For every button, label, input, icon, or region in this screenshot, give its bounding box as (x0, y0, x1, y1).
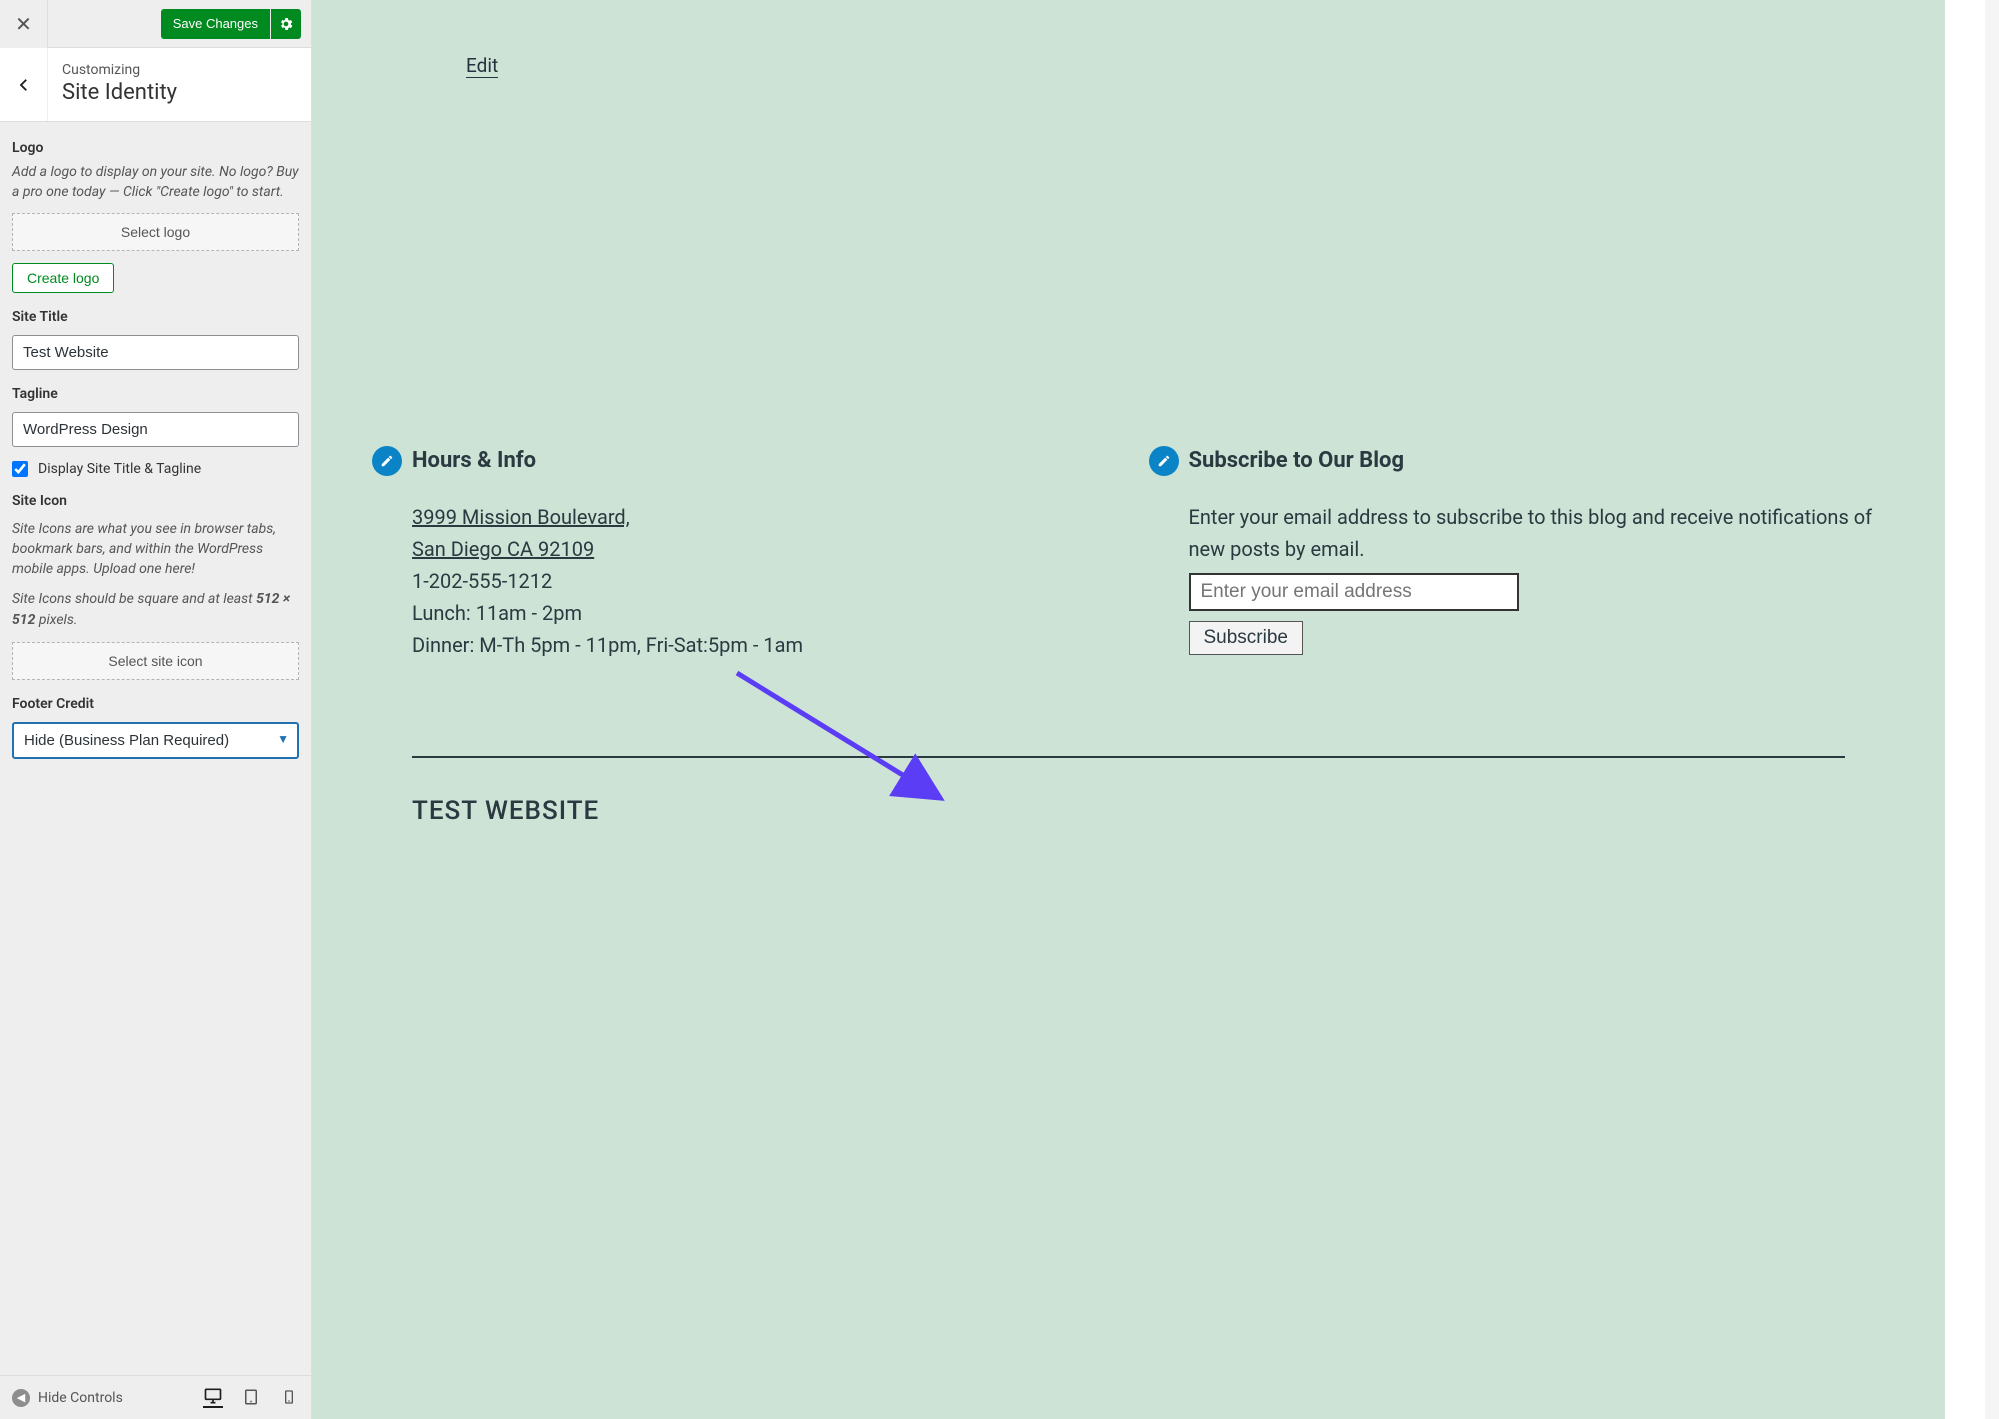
site-icon-note: Site Icons should be square and at least… (12, 589, 299, 630)
tagline-input[interactable] (12, 412, 299, 447)
save-changes-button[interactable]: Save Changes (161, 9, 270, 39)
device-preview-bar: ◀ Hide Controls (0, 1375, 311, 1419)
subscribe-email-input[interactable] (1189, 573, 1519, 611)
phone-text: 1-202-555-1212 (412, 569, 552, 593)
window-scrollbar[interactable] (1985, 0, 1999, 1419)
customizer-sidebar: ✕ Save Changes Customizing Site Identity… (0, 0, 312, 1419)
hide-controls-button[interactable]: ◀ Hide Controls (12, 1389, 123, 1407)
subscribe-button[interactable]: Subscribe (1189, 621, 1304, 655)
edit-widget-button[interactable] (372, 446, 402, 476)
site-preview: Edit Hours & Info 3999 Mission Boulevard… (312, 0, 1985, 1419)
desktop-icon (203, 1386, 223, 1406)
site-icon-note-post: pixels. (35, 612, 77, 628)
display-title-tagline-row[interactable]: Display Site Title & Tagline (12, 461, 299, 477)
site-title-input[interactable] (12, 335, 299, 370)
footer-credit-label: Footer Credit (12, 696, 299, 712)
breadcrumb: Customizing (62, 62, 177, 78)
save-settings-button[interactable] (271, 9, 301, 39)
edit-shortcut-link[interactable]: Edit (466, 54, 498, 78)
hours-widget-body: 3999 Mission Boulevard, San Diego CA 921… (412, 501, 1109, 661)
select-site-icon-button[interactable]: Select site icon (12, 642, 299, 680)
pencil-icon (1157, 454, 1171, 468)
hours-widget-title: Hours & Info (412, 448, 1109, 473)
tagline-label: Tagline (12, 386, 299, 402)
lunch-hours: Lunch: 11am - 2pm (412, 601, 582, 625)
address-link[interactable]: 3999 Mission Boulevard, San Diego CA 921… (412, 505, 630, 561)
subscribe-widget: Subscribe to Our Blog Enter your email a… (1149, 448, 1886, 661)
display-title-tagline-checkbox[interactable] (12, 461, 28, 477)
gear-icon (278, 16, 294, 32)
create-logo-button[interactable]: Create logo (12, 263, 114, 293)
collapse-left-icon: ◀ (12, 1389, 30, 1407)
footer-divider (412, 756, 1845, 758)
close-customizer-button[interactable]: ✕ (0, 0, 48, 48)
page-title: Site Identity (62, 80, 177, 105)
close-icon: ✕ (15, 12, 32, 36)
display-title-tagline-label: Display Site Title & Tagline (38, 461, 201, 477)
sidebar-header: Customizing Site Identity (0, 48, 311, 122)
dinner-hours: Dinner: M-Th 5pm - 11pm, Fri-Sat:5pm - 1… (412, 633, 803, 657)
site-icon-heading: Site Icon (12, 493, 299, 509)
preview-scrollbar[interactable] (1945, 0, 1985, 1419)
subscribe-widget-body: Enter your email address to subscribe to… (1189, 501, 1886, 655)
address-line-1: 3999 Mission Boulevard, (412, 505, 630, 529)
hours-info-widget: Hours & Info 3999 Mission Boulevard, San… (372, 448, 1109, 661)
footer-credit-select[interactable]: Hide (Business Plan Required) (12, 722, 299, 759)
sidebar-body: Logo Add a logo to display on your site.… (0, 122, 311, 1375)
chevron-left-icon (15, 76, 33, 94)
hide-controls-label: Hide Controls (38, 1390, 123, 1406)
device-desktop-button[interactable] (203, 1388, 223, 1408)
footer-site-title: TEST WEBSITE (412, 796, 599, 826)
mobile-icon (281, 1389, 297, 1405)
pencil-icon (380, 454, 394, 468)
back-button[interactable] (0, 48, 48, 121)
header-text: Customizing Site Identity (48, 48, 191, 121)
tablet-icon (242, 1388, 260, 1406)
device-mobile-button[interactable] (279, 1388, 299, 1408)
footer-credit-select-wrap: Hide (Business Plan Required) ▼ (12, 718, 299, 759)
address-line-2: San Diego CA 92109 (412, 537, 594, 561)
logo-description: Add a logo to display on your site. No l… (12, 162, 299, 203)
site-icon-description: Site Icons are what you see in browser t… (12, 519, 299, 580)
site-title-label: Site Title (12, 309, 299, 325)
select-logo-button[interactable]: Select logo (12, 213, 299, 251)
logo-heading: Logo (12, 140, 299, 156)
subscribe-description: Enter your email address to subscribe to… (1189, 501, 1886, 565)
preview-content: Edit Hours & Info 3999 Mission Boulevard… (312, 0, 1945, 1419)
subscribe-widget-title: Subscribe to Our Blog (1189, 448, 1886, 473)
edit-widget-button[interactable] (1149, 446, 1179, 476)
annotation-arrow (732, 668, 952, 818)
footer-widgets-row: Hours & Info 3999 Mission Boulevard, San… (372, 448, 1885, 661)
device-tablet-button[interactable] (241, 1388, 261, 1408)
sidebar-top-bar: ✕ Save Changes (0, 0, 311, 48)
site-icon-note-pre: Site Icons should be square and at least (12, 591, 256, 607)
